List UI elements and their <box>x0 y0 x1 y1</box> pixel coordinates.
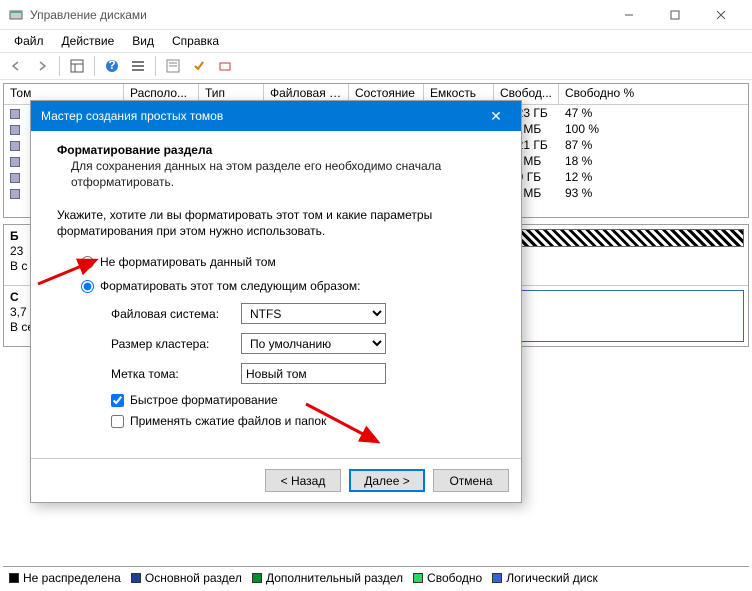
cluster-select[interactable]: По умолчанию <box>241 333 386 354</box>
menu-file[interactable]: Файл <box>6 32 52 50</box>
legend-item: Логический диск <box>492 571 598 585</box>
quick-format-checkbox[interactable] <box>111 394 124 407</box>
legend-item: Основной раздел <box>131 571 242 585</box>
titlebar: Управление дисками <box>0 0 752 30</box>
dialog-instruction: Укажите, хотите ли вы форматировать этот… <box>57 208 495 239</box>
volume-label-input[interactable] <box>241 363 386 384</box>
toolbar-list-icon[interactable] <box>126 54 150 78</box>
radio-no-format[interactable] <box>81 256 94 269</box>
toolbar: ? <box>0 52 752 80</box>
back-icon[interactable] <box>4 54 28 78</box>
compress-label[interactable]: Применять сжатие файлов и папок <box>130 414 326 428</box>
toolbar-check-icon[interactable] <box>187 54 211 78</box>
fs-label: Файловая система: <box>111 307 241 321</box>
toolbar-box-icon[interactable] <box>213 54 237 78</box>
legend-item: Не распределена <box>9 571 121 585</box>
back-button[interactable]: < Назад <box>265 469 341 492</box>
dialog-title: Мастер создания простых томов <box>41 109 481 123</box>
window-title: Управление дисками <box>30 8 606 22</box>
close-button[interactable] <box>698 0 744 30</box>
forward-icon[interactable] <box>30 54 54 78</box>
compress-checkbox[interactable] <box>111 415 124 428</box>
radio-format[interactable] <box>81 280 94 293</box>
menu-view[interactable]: Вид <box>124 32 162 50</box>
dialog-heading: Форматирование раздела <box>57 143 495 157</box>
radio-no-format-label[interactable]: Не форматировать данный том <box>100 255 276 269</box>
cluster-label: Размер кластера: <box>111 337 241 351</box>
col-freepct[interactable]: Свободно % <box>559 84 748 105</box>
dialog-close-button[interactable]: ✕ <box>481 101 511 131</box>
volume-label-label: Метка тома: <box>111 367 241 381</box>
legend: Не распределена Основной раздел Дополнител… <box>3 566 749 588</box>
app-icon <box>8 7 24 23</box>
toolbar-layout-icon[interactable] <box>65 54 89 78</box>
fs-select[interactable]: NTFS <box>241 303 386 324</box>
maximize-button[interactable] <box>652 0 698 30</box>
cancel-button[interactable]: Отмена <box>433 469 509 492</box>
radio-format-label[interactable]: Форматировать этот том следующим образом… <box>100 279 360 293</box>
svg-text:?: ? <box>108 59 115 72</box>
dialog-subtitle: Для сохранения данных на этом разделе ег… <box>71 159 495 190</box>
legend-item: Свободно <box>413 571 482 585</box>
quick-format-label[interactable]: Быстрое форматирование <box>130 393 278 407</box>
menu-help[interactable]: Справка <box>164 32 227 50</box>
minimize-button[interactable] <box>606 0 652 30</box>
legend-item: Дополнительный раздел <box>252 571 403 585</box>
help-icon[interactable]: ? <box>100 54 124 78</box>
menu-action[interactable]: Действие <box>54 32 123 50</box>
wizard-dialog: Мастер создания простых томов ✕ Форматир… <box>30 100 522 503</box>
menubar: Файл Действие Вид Справка <box>0 30 752 52</box>
toolbar-properties-icon[interactable] <box>161 54 185 78</box>
next-button[interactable]: Далее > <box>349 469 425 492</box>
